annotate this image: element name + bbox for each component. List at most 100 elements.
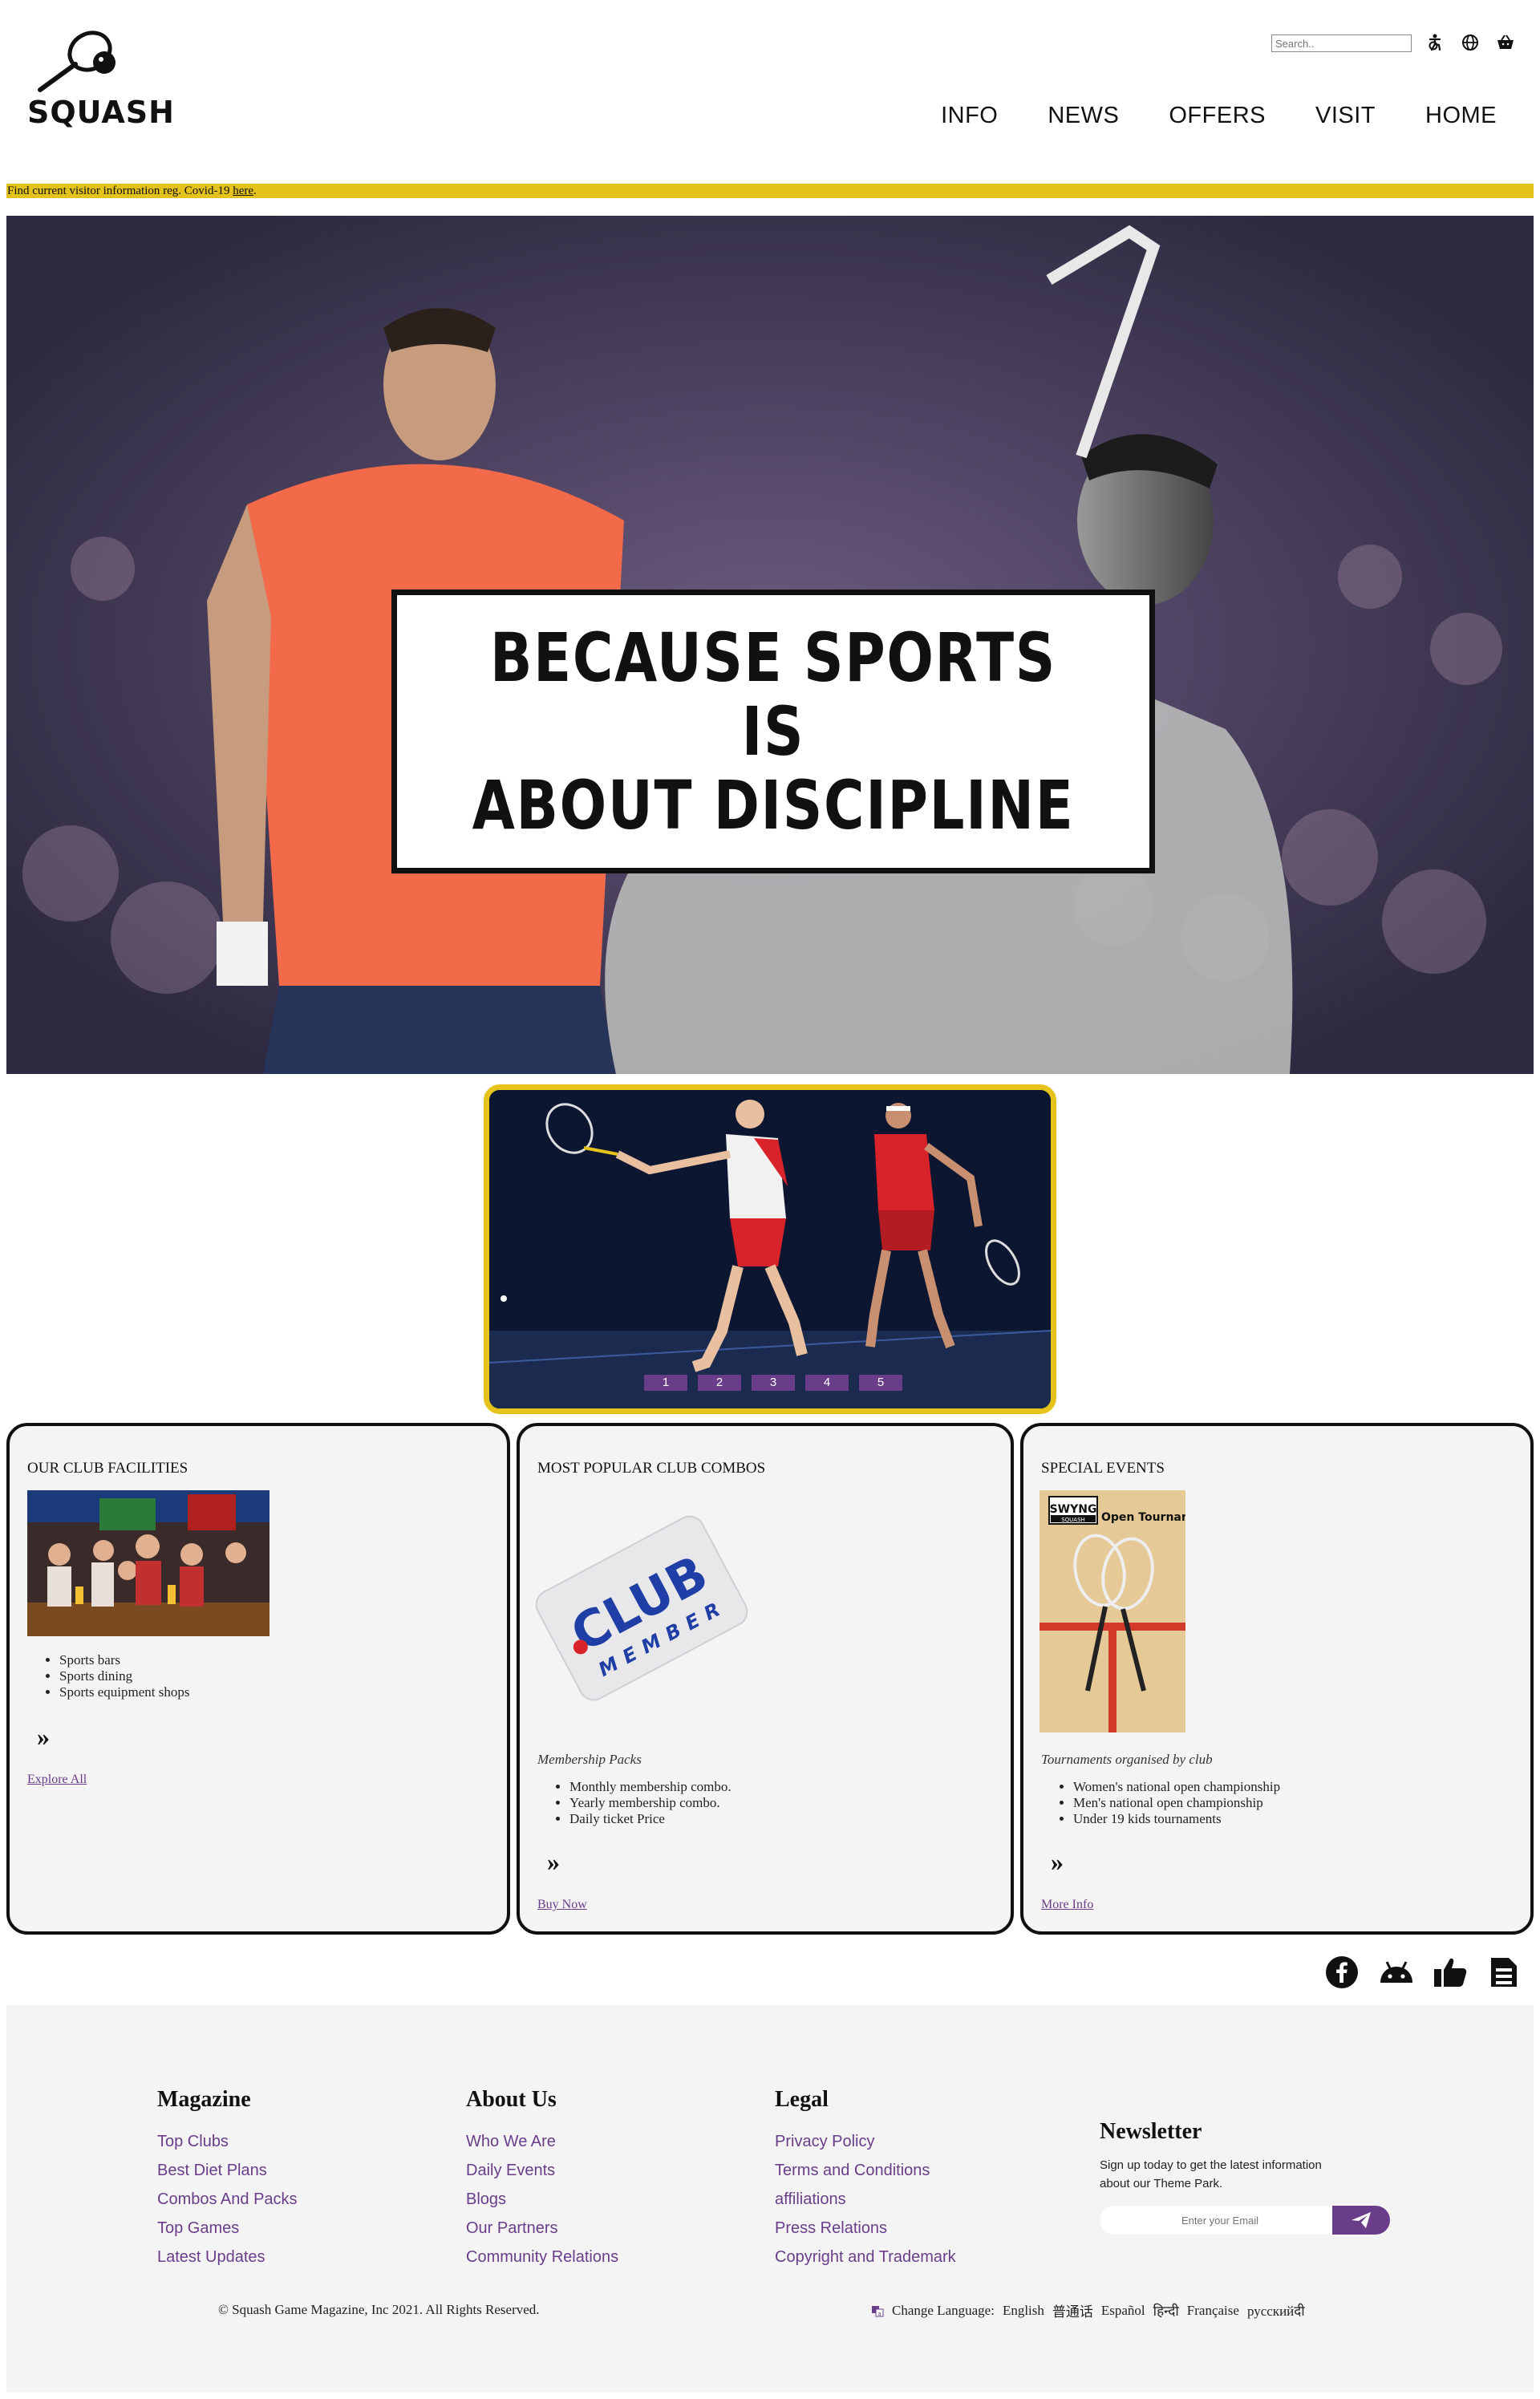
card-title: OUR CLUB FACILITIES [27, 1460, 188, 1477]
document-icon[interactable] [1489, 1955, 1522, 1989]
slider-dot-4[interactable]: 4 [805, 1375, 849, 1391]
newsletter-email-input[interactable] [1100, 2206, 1340, 2235]
banner-suffix: . [253, 184, 257, 197]
covid-banner: Find current visitor information reg. Co… [6, 184, 1534, 198]
card-title: MOST POPULAR CLUB COMBOS [537, 1460, 766, 1477]
list-item: Sports dining [59, 1668, 189, 1684]
footer-link[interactable]: Our Partners [466, 2214, 618, 2243]
events-list: Women's national open championship Men's… [1073, 1779, 1280, 1827]
globe-icon[interactable] [1460, 32, 1481, 53]
poster-title-text: Open Tournament [1101, 1511, 1185, 1524]
search-input[interactable] [1271, 34, 1412, 52]
list-item: Daily ticket Price [569, 1811, 732, 1827]
footer-link[interactable]: Combos And Packs [157, 2185, 298, 2214]
explore-all-link[interactable]: Explore All [27, 1773, 87, 1787]
android-icon[interactable] [1378, 1955, 1412, 1989]
language-option[interactable]: Español [1101, 2303, 1145, 2319]
footer-col-title: About Us [466, 2087, 557, 2112]
card-special-events: SPECIAL EVENTS SWYNG SQUASH Open Tournam… [1020, 1423, 1534, 1935]
footer-link[interactable]: Latest Updates [157, 2243, 298, 2271]
slider-dot-1[interactable]: 1 [644, 1375, 687, 1391]
footer-link[interactable]: Top Games [157, 2214, 298, 2243]
chevron-right-icon[interactable]: » [1051, 1849, 1064, 1874]
club-member-card-image: CLUB MEMBER [535, 1515, 748, 1701]
chevron-right-icon[interactable]: » [37, 1724, 50, 1749]
facilities-list: Sports bars Sports dining Sports equipme… [59, 1652, 189, 1700]
newsletter-section: Newsletter Sign up today to get the late… [1100, 2119, 1404, 2235]
site-footer: Magazine Top Clubs Best Diet Plans Combo… [6, 2005, 1534, 2393]
copyright-text: © Squash Game Magazine, Inc 2021. All Ri… [218, 2302, 540, 2317]
list-item: Women's national open championship [1073, 1779, 1280, 1795]
site-logo[interactable]: SQUASH [27, 24, 175, 132]
card-club-facilities: OUR CLUB FACILITIES Sports bars Sports d… [6, 1423, 510, 1935]
nav-info[interactable]: INFO [941, 103, 998, 129]
list-item: Yearly membership combo. [569, 1795, 732, 1811]
paper-plane-icon [1352, 2212, 1371, 2228]
sports-bar-image [27, 1490, 270, 1636]
more-info-link[interactable]: More Info [1041, 1898, 1093, 1912]
site-header: SQUASH INFO NEWS OFFERS VISIT HOME [0, 0, 1540, 180]
card-caption: Tournaments organised by club [1041, 1752, 1213, 1767]
footer-link[interactable]: Daily Events [466, 2156, 618, 2185]
thumbs-up-icon[interactable] [1433, 1955, 1467, 1989]
footer-link[interactable]: affiliations [775, 2185, 956, 2214]
hero-section: BECAUSE SPORTS IS ABOUT DISCIPLINE [6, 216, 1534, 1074]
banner-link[interactable]: here [233, 184, 253, 197]
language-option[interactable]: Française [1187, 2303, 1239, 2319]
list-item: Sports equipment shops [59, 1684, 189, 1700]
newsletter-text: Sign up today to get the latest informat… [1100, 2158, 1322, 2190]
newsletter-submit-button[interactable] [1332, 2206, 1390, 2235]
language-option[interactable]: русскийदी [1247, 2301, 1305, 2320]
slider-dot-3[interactable]: 3 [752, 1375, 795, 1391]
buy-now-link[interactable]: Buy Now [537, 1898, 587, 1912]
language-label: Change Language: [892, 2302, 995, 2318]
footer-col-title: Magazine [157, 2087, 251, 2112]
footer-col-title: Legal [775, 2087, 829, 2112]
hero-title-line2: ABOUT DISCIPLINE [472, 766, 1075, 845]
card-caption: Membership Packs [537, 1752, 642, 1767]
chevron-right-icon[interactable]: » [547, 1849, 560, 1874]
list-item: Monthly membership combo. [569, 1779, 732, 1795]
banner-text: Find current visitor information reg. Co… [7, 184, 233, 197]
hero-title-line1: BECAUSE SPORTS IS [489, 618, 1057, 771]
basket-icon[interactable] [1495, 32, 1516, 53]
hero-headline-box: BECAUSE SPORTS IS ABOUT DISCIPLINE [391, 590, 1155, 873]
nav-news[interactable]: NEWS [1048, 103, 1119, 129]
poster-brand-text: SWYNG [1050, 1503, 1097, 1516]
footer-link[interactable]: Copyright and Trademark [775, 2243, 956, 2271]
slider-dot-2[interactable]: 2 [698, 1375, 741, 1391]
footer-col-legal: Legal Privacy Policy Terms and Condition… [775, 2087, 956, 2271]
nav-home[interactable]: HOME [1425, 103, 1497, 129]
language-option[interactable]: 普通话 [1052, 2300, 1093, 2320]
footer-link[interactable]: Privacy Policy [775, 2127, 956, 2156]
slider-dot-5[interactable]: 5 [859, 1375, 902, 1391]
squash-racket-icon [38, 30, 116, 92]
language-option[interactable]: हिन्दी [1153, 2301, 1179, 2320]
poster-sub-text: SQUASH [1061, 1517, 1085, 1523]
list-item: Sports bars [59, 1652, 189, 1668]
footer-link[interactable]: Who We Are [466, 2127, 618, 2156]
footer-link[interactable]: Top Clubs [157, 2127, 298, 2156]
tournament-poster-image: SWYNG SQUASH Open Tournament [1040, 1490, 1185, 1732]
combos-list: Monthly membership combo. Yearly members… [569, 1779, 732, 1827]
card-club-combos: MOST POPULAR CLUB COMBOS CLUB MEMBER Mem… [517, 1423, 1014, 1935]
list-item: Under 19 kids tournaments [1073, 1811, 1280, 1827]
hero-title: BECAUSE SPORTS IS ABOUT DISCIPLINE [464, 621, 1081, 842]
image-slider[interactable]: 1 2 3 4 5 [484, 1084, 1056, 1414]
main-nav: INFO NEWS OFFERS VISIT HOME [891, 103, 1497, 129]
footer-col-magazine: Magazine Top Clubs Best Diet Plans Combo… [157, 2087, 298, 2271]
newsletter-title: Newsletter [1100, 2119, 1202, 2144]
nav-offers[interactable]: OFFERS [1169, 103, 1266, 129]
list-item: Men's national open championship [1073, 1795, 1280, 1811]
logo-text: SQUASH [27, 95, 175, 130]
footer-link[interactable]: Terms and Conditions [775, 2156, 956, 2185]
nav-visit[interactable]: VISIT [1315, 103, 1376, 129]
footer-col-about: About Us Who We Are Daily Events Blogs O… [466, 2087, 618, 2271]
footer-link[interactable]: Press Relations [775, 2214, 956, 2243]
footer-link[interactable]: Blogs [466, 2185, 618, 2214]
footer-link[interactable]: Best Diet Plans [157, 2156, 298, 2185]
facebook-icon[interactable] [1325, 1955, 1359, 1989]
footer-link[interactable]: Community Relations [466, 2243, 618, 2271]
accessibility-icon[interactable] [1424, 32, 1445, 53]
language-option[interactable]: English [1003, 2303, 1044, 2319]
